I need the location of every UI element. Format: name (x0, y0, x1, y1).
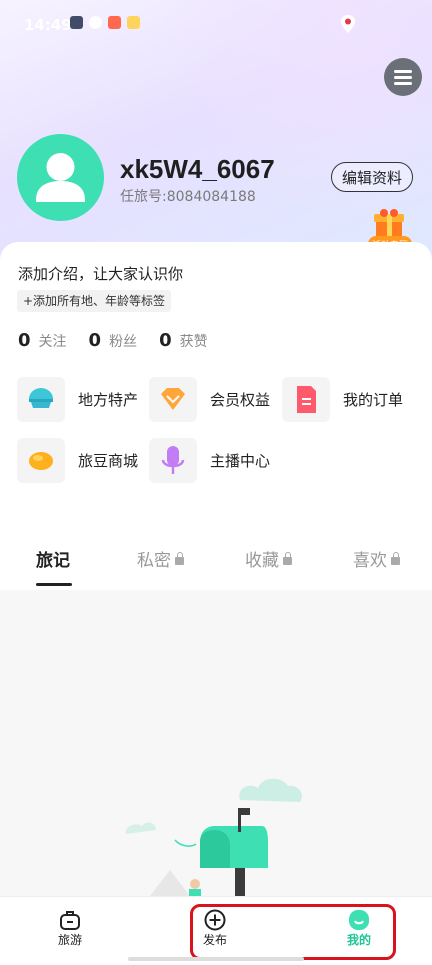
entry-label: 会员权益 (210, 391, 271, 409)
lock-icon (391, 551, 400, 565)
entry-label: 旅豆商城 (78, 452, 139, 470)
entry-label: 主播中心 (210, 452, 271, 470)
entry-local-specialty[interactable]: 地方特产 (17, 377, 138, 422)
stat-count: 0 (88, 330, 102, 351)
home-indicator[interactable] (128, 957, 304, 961)
tab-label: 喜欢 (353, 551, 387, 571)
tab-likes[interactable]: 喜欢 (353, 546, 400, 571)
stat-label: 关注 (38, 334, 67, 350)
entry-label: 地方特产 (78, 391, 139, 409)
username: xk5W4_6067 (120, 154, 275, 184)
tab-label: 旅记 (36, 551, 70, 571)
entry-membership[interactable]: 会员权益 (149, 377, 270, 422)
nav-label: 旅游 (58, 933, 83, 947)
entry-my-orders[interactable]: 我的订单 (282, 377, 403, 422)
default-user-icon (36, 153, 85, 202)
menu-button[interactable] (384, 58, 422, 96)
avatar[interactable] (17, 134, 104, 221)
empty-mailbox-illustration (125, 778, 303, 896)
edit-profile-button[interactable]: 编辑资料 (331, 162, 413, 192)
stats-row: 0 关注 0 粉丝 0 获赞 (18, 330, 208, 351)
sync-icon (89, 16, 102, 29)
entry-bean-mall[interactable]: 旅豆商城 (17, 438, 138, 483)
add-tags-button[interactable]: +添加所有地、年龄等标签 (17, 290, 172, 312)
stat-count: 0 (159, 330, 172, 351)
stat-count: 0 (18, 330, 31, 351)
status-time: 14:49 (24, 16, 72, 34)
intro-prompt[interactable]: 添加介绍，让大家认识你 (18, 263, 183, 284)
status-notification-icons (70, 16, 140, 29)
stat-following[interactable]: 0 关注 (18, 330, 67, 351)
shop-app-icon (108, 16, 121, 29)
video-app-icon (70, 16, 83, 29)
mail-icon (127, 16, 140, 29)
stat-label: 获赞 (179, 334, 208, 350)
stat-likes[interactable]: 0 获赞 (159, 330, 208, 351)
order-document-icon (282, 377, 330, 422)
stat-label: 粉丝 (109, 334, 138, 350)
tab-travel-notes[interactable]: 旅记 (36, 546, 70, 571)
profile-tabs: 旅记 私密 收藏 喜欢 (0, 540, 432, 590)
stat-followers[interactable]: 0 粉丝 (89, 330, 138, 351)
entry-label: 我的订单 (343, 391, 404, 409)
hamburger-icon (394, 70, 412, 73)
suitcase-icon (60, 911, 80, 930)
highlight-annotation (190, 904, 396, 960)
travel-bean-icon (17, 438, 65, 483)
content-area (0, 590, 432, 896)
tab-favorites[interactable]: 收藏 (245, 546, 292, 571)
tab-label: 收藏 (245, 551, 279, 571)
user-id: 任旅号:8084084188 (120, 189, 256, 205)
lock-icon (175, 551, 184, 565)
membership-diamond-icon (149, 377, 197, 422)
active-tab-indicator (36, 583, 72, 586)
nav-travel[interactable]: 旅游 (58, 909, 82, 948)
lock-icon (283, 551, 292, 565)
location-pin-icon (341, 15, 355, 33)
microphone-icon (149, 438, 197, 483)
tab-private[interactable]: 私密 (137, 546, 184, 571)
status-bar: 14:49 (0, 0, 432, 50)
tab-label: 私密 (137, 551, 171, 571)
entry-anchor-center[interactable]: 主播中心 (149, 438, 270, 483)
local-specialty-icon (17, 377, 65, 422)
